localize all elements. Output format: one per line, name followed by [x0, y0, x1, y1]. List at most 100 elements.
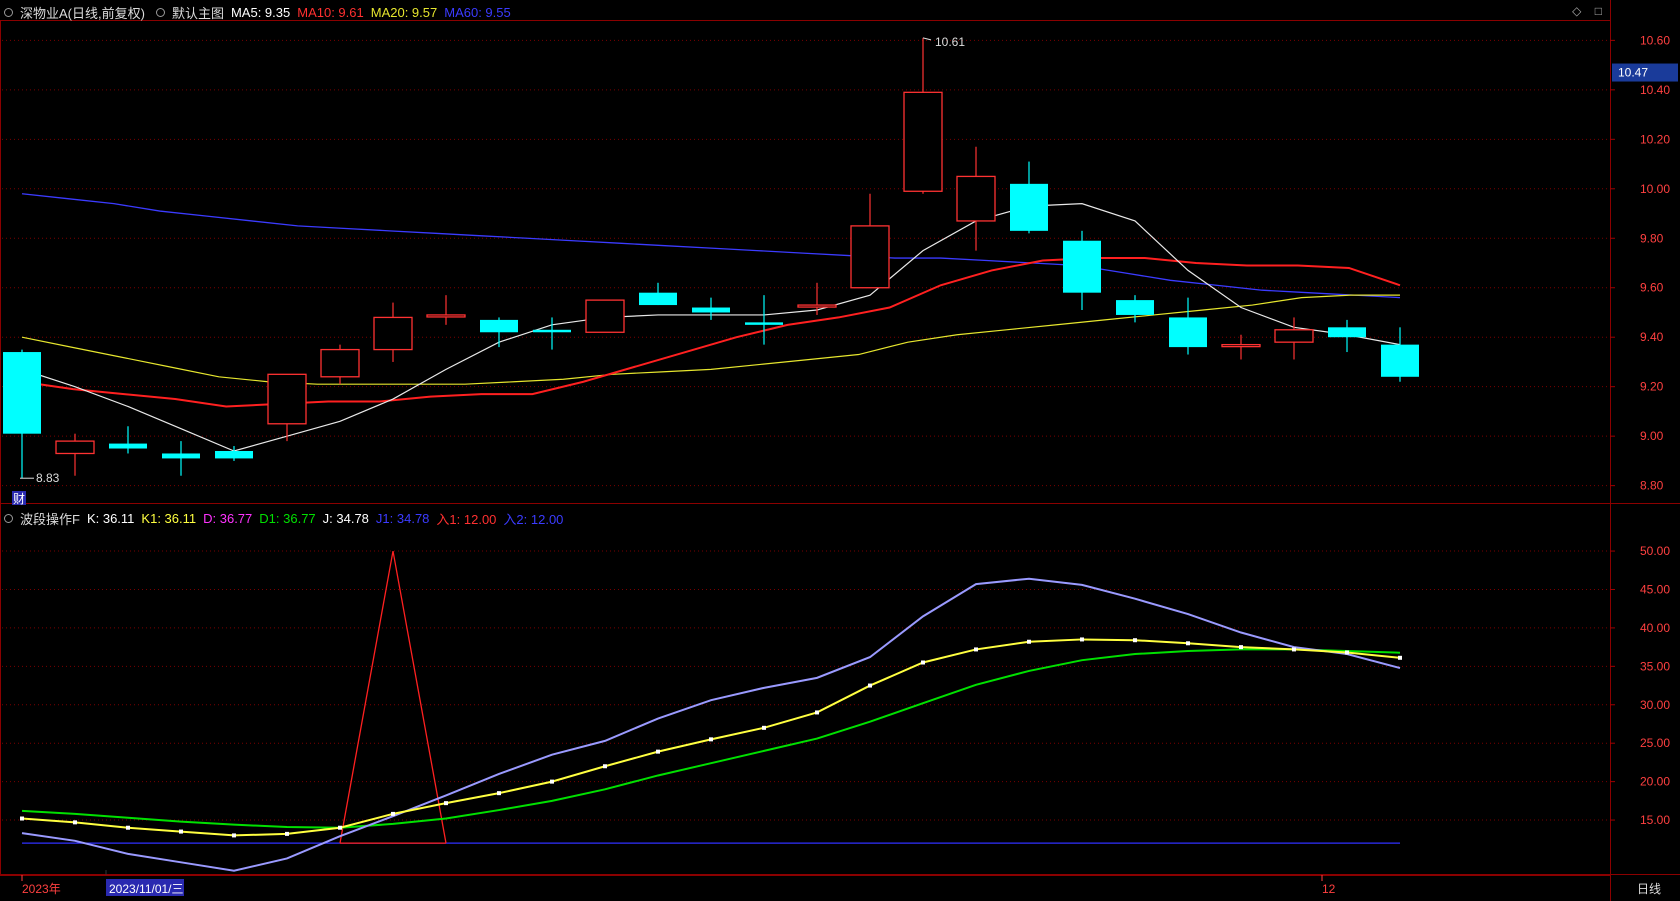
candle	[55, 433, 95, 476]
j-line	[21, 577, 1401, 872]
square-icon[interactable]: □	[1595, 4, 1602, 18]
candle	[1169, 297, 1207, 355]
template-name[interactable]: 默认主图	[172, 3, 224, 22]
main-y-tick-label: 8.80	[1640, 479, 1664, 493]
candle	[3, 349, 41, 479]
k-point	[179, 829, 183, 834]
candle-body	[1381, 344, 1419, 377]
corner-tools: ◇ □	[1562, 4, 1602, 18]
k-point	[338, 825, 342, 830]
k-point	[232, 833, 236, 838]
chart-canvas[interactable]: 8.80 9.00 9.20 9.40 9.60 9.80 10.00 10.20 10.40 1…	[0, 0, 1680, 901]
candle-body	[55, 440, 95, 455]
k-value: K: 36.11	[86, 510, 135, 526]
candle-body	[745, 322, 783, 325]
candle-body	[267, 373, 307, 425]
candle	[850, 193, 890, 289]
collapse-sub-icon[interactable]	[4, 513, 13, 523]
candle-body	[320, 348, 360, 378]
j1-value: J1: 34.78	[375, 510, 430, 526]
k-point	[73, 820, 77, 825]
candle-body	[109, 443, 147, 449]
period-label: 日线	[1637, 882, 1661, 896]
main-y-tick-label: 10.40	[1640, 83, 1670, 97]
k-point	[285, 831, 289, 836]
candle-body	[533, 329, 571, 333]
k-point	[126, 825, 130, 830]
candle-body	[426, 314, 466, 318]
footer-year: 2023年	[22, 882, 61, 896]
candle-body	[692, 307, 730, 313]
in2-value: 入2: 12.00	[503, 511, 564, 527]
ma10-value: MA10: 9.61	[297, 4, 364, 20]
candle-body	[1010, 183, 1048, 231]
main-y-tick-label: 10.60	[1640, 33, 1670, 47]
k-point	[1398, 655, 1402, 660]
k-point	[974, 647, 978, 652]
candle-body	[480, 319, 518, 333]
candle-body	[797, 304, 837, 308]
main-legend: 深物业A(日线,前复权) 默认主图 MA5: 9.35 MA10: 9.61 M…	[0, 3, 518, 21]
candle	[1381, 327, 1419, 382]
candle-body	[215, 451, 253, 459]
candle	[1221, 334, 1261, 360]
k-point	[497, 791, 501, 796]
sub-legend: 波段操作F K: 36.11 K1: 36.11 D: 36.77 D1: 36…	[0, 509, 570, 527]
main-y-tick-label: 10.00	[1640, 182, 1670, 196]
collapse-main-icon[interactable]	[4, 7, 13, 17]
candle-body	[1328, 327, 1366, 338]
candle	[639, 282, 677, 306]
k-point	[603, 764, 607, 769]
k-point	[762, 725, 766, 730]
candle	[109, 426, 147, 454]
k-point	[1133, 638, 1137, 643]
ma20-value: MA20: 9.57	[370, 4, 438, 20]
main-y-tick-label: 9.60	[1640, 281, 1664, 295]
ma5-value: MA5: 9.35	[230, 4, 291, 20]
main-y-tick-label: 10.20	[1640, 132, 1670, 146]
k-point	[656, 749, 660, 754]
candle	[903, 37, 943, 194]
high-pointer	[922, 37, 932, 41]
sub-y-tick-label: 25.00	[1640, 736, 1670, 750]
k1-value: K1: 36.11	[141, 510, 197, 526]
candle	[215, 446, 253, 461]
candle	[533, 317, 571, 350]
candle-body	[1116, 300, 1154, 315]
sub-y-tick-label: 35.00	[1640, 659, 1670, 673]
candle-body	[850, 225, 890, 289]
k-point	[868, 683, 872, 688]
diamond-icon[interactable]: ◇	[1572, 4, 1581, 18]
candle-body	[1063, 240, 1101, 293]
k-point	[1027, 639, 1031, 644]
sub-y-tick-label: 50.00	[1640, 544, 1670, 558]
indicator-name[interactable]: 波段操作F	[20, 509, 80, 528]
candle	[162, 441, 200, 476]
main-y-tick-label: 9.40	[1640, 330, 1664, 344]
k-point	[921, 660, 925, 665]
main-y-tick-label: 9.00	[1640, 429, 1664, 443]
candle	[585, 299, 625, 333]
main-y-tick-label: 9.20	[1640, 380, 1664, 394]
sub-y-tick-label: 45.00	[1640, 582, 1670, 596]
candle-body	[639, 292, 677, 306]
main-y-tick-label: 9.80	[1640, 231, 1664, 245]
stock-title: 深物业A(日线,前复权)	[20, 5, 145, 21]
candle-body	[3, 352, 41, 434]
candle-body	[903, 91, 943, 192]
k-point	[1080, 637, 1084, 642]
candle-body	[1274, 329, 1314, 343]
candle	[1010, 161, 1048, 234]
k-point	[444, 801, 448, 806]
k-point	[1345, 650, 1349, 655]
k-point	[1186, 641, 1190, 646]
template-switch-icon[interactable]	[155, 7, 165, 17]
candle	[1274, 317, 1314, 360]
k-point	[1292, 647, 1296, 652]
sub-y-tick-label: 15.00	[1640, 813, 1670, 827]
candle	[320, 344, 360, 385]
sub-y-tick-label: 30.00	[1640, 698, 1670, 712]
j-value: J: 34.78	[322, 510, 369, 526]
k-point	[1239, 645, 1243, 650]
finance-mark: 财	[13, 492, 25, 506]
